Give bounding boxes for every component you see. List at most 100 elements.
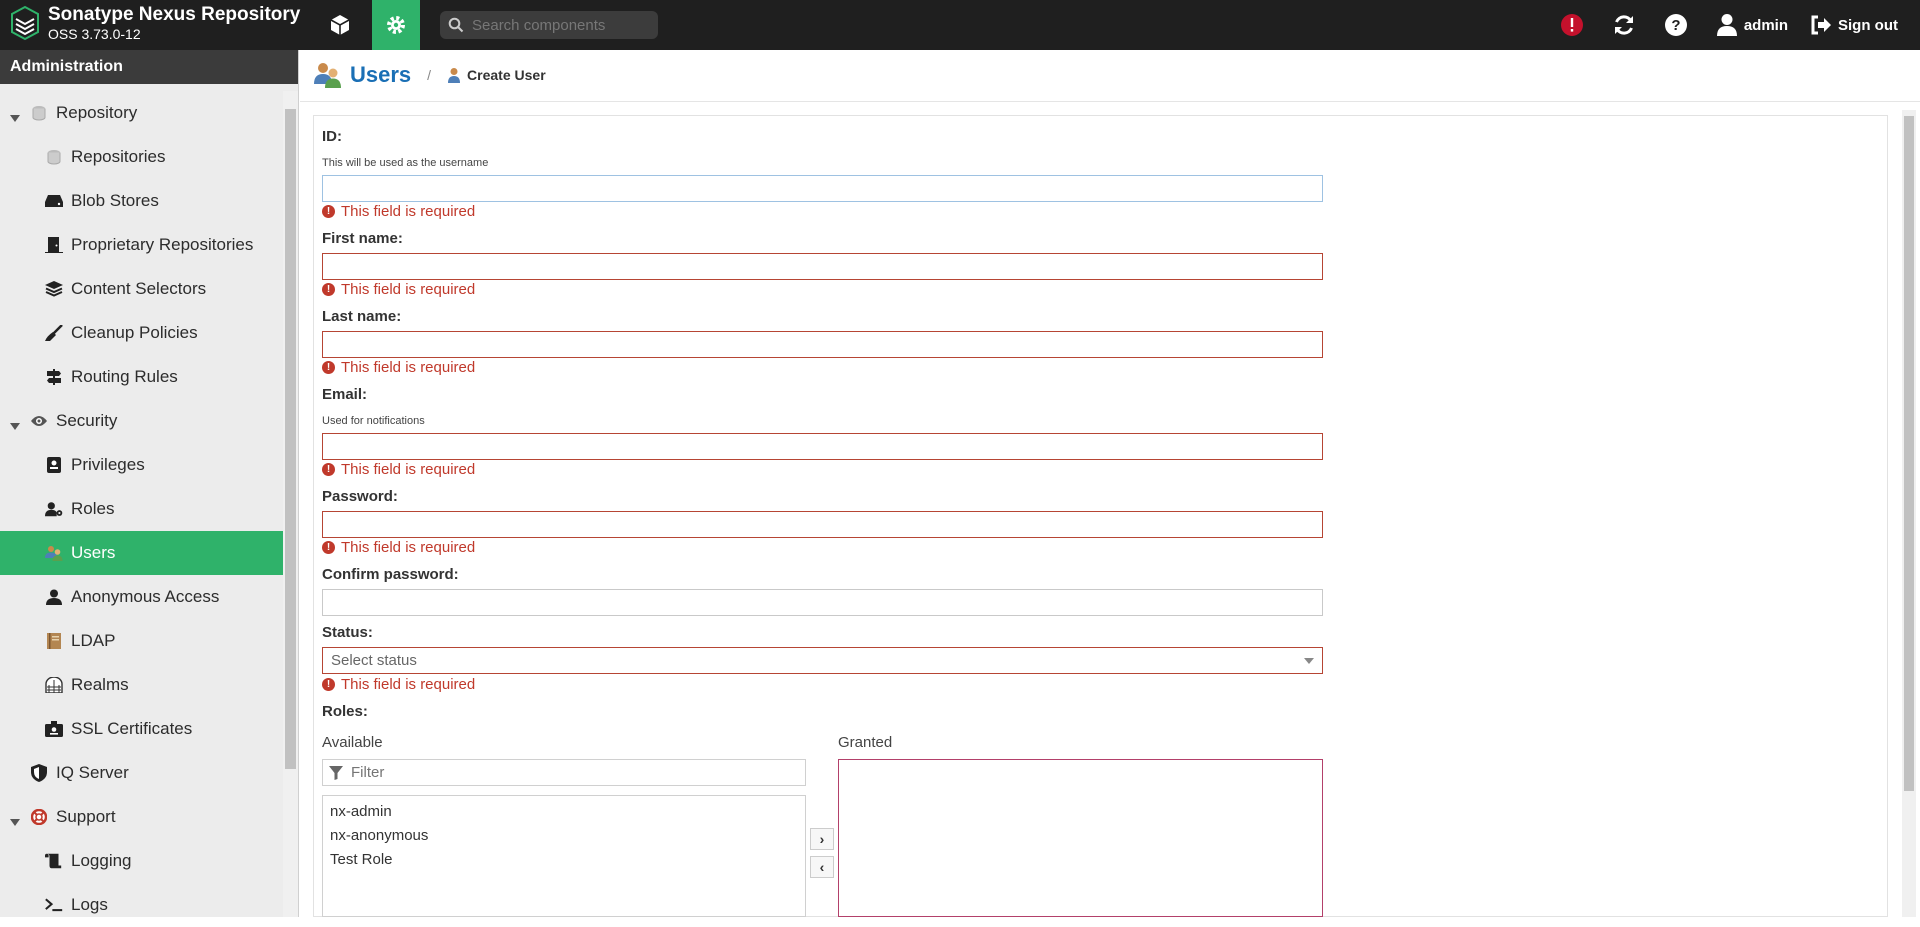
last-name-error: ! This field is required — [322, 359, 475, 376]
sidebar-item-repository[interactable]: Repository — [0, 91, 283, 135]
confirm-password-field[interactable] — [323, 590, 1322, 615]
expand-triangle-icon[interactable] — [10, 416, 20, 430]
main-scrollbar[interactable] — [1902, 110, 1916, 917]
sidebar-item-anonymous-access[interactable]: Anonymous Access — [0, 575, 283, 619]
granted-roles-list[interactable] — [838, 759, 1323, 917]
sidebar-item-label: Cleanup Policies — [71, 323, 198, 342]
sign-out-button[interactable]: Sign out — [1810, 14, 1898, 36]
sidebar-item-label: IQ Server — [56, 763, 129, 782]
book-icon — [45, 632, 63, 650]
sidebar-item-label: Security — [56, 411, 118, 430]
sidebar-item-label: Users — [71, 543, 116, 562]
sidebar: Administration Repository Repositories Blo… — [0, 50, 299, 917]
available-role-option[interactable]: Test Role — [323, 848, 805, 872]
sidebar-item-label: Blob Stores — [71, 191, 159, 210]
door-icon — [45, 236, 63, 254]
error-icon: ! — [322, 205, 335, 218]
sidebar-item-realms[interactable]: Realms — [0, 663, 283, 707]
available-role-option[interactable]: nx-admin — [323, 800, 805, 824]
first-name-error: ! This field is required — [322, 281, 475, 298]
available-role-option[interactable]: nx-anonymous — [323, 824, 805, 848]
available-roles-label: Available — [322, 734, 383, 751]
status-select[interactable]: Select status — [322, 647, 1323, 674]
status-error: ! This field is required — [322, 676, 475, 693]
roles-filter[interactable] — [322, 759, 806, 786]
first-name-field[interactable] — [323, 254, 1322, 279]
expand-triangle-icon[interactable] — [10, 812, 20, 826]
sidebar-item-logging[interactable]: Logging — [0, 839, 283, 883]
error-icon: ! — [322, 283, 335, 296]
id-field[interactable] — [323, 176, 1322, 201]
administration-button[interactable] — [372, 0, 420, 50]
filter-icon — [329, 765, 343, 780]
breadcrumb-separator: / — [427, 67, 432, 83]
certificate-icon — [45, 720, 63, 738]
expand-triangle-icon[interactable] — [10, 108, 20, 122]
sidebar-item-logs[interactable]: Logs — [0, 883, 283, 927]
confirm-password-field-wrapper — [322, 589, 1323, 616]
status-placeholder: Select status — [331, 652, 417, 669]
search-box[interactable] — [440, 11, 658, 39]
user-icon — [1716, 14, 1737, 36]
last-name-field[interactable] — [323, 332, 1322, 357]
sidebar-item-security[interactable]: Security — [0, 399, 283, 443]
sidebar-heading: Administration — [0, 50, 298, 84]
sidebar-item-privileges[interactable]: Privileges — [0, 443, 283, 487]
available-roles-list[interactable]: nx-admin nx-anonymous Test Role — [322, 795, 806, 917]
password-error-text: This field is required — [341, 539, 476, 556]
remove-role-button[interactable]: ‹ — [810, 856, 834, 878]
email-field[interactable] — [323, 434, 1322, 459]
sidebar-item-repositories[interactable]: Repositories — [0, 135, 283, 179]
email-field-wrapper — [322, 433, 1323, 460]
cube-icon — [330, 15, 350, 35]
sidebar-item-cleanup-policies[interactable]: Cleanup Policies — [0, 311, 283, 355]
sidebar-item-label: SSL Certificates — [71, 719, 193, 738]
sidebar-item-routing-rules[interactable]: Routing Rules — [0, 355, 283, 399]
sidebar-item-support[interactable]: Support — [0, 795, 283, 839]
users-icon — [314, 63, 341, 88]
search-input[interactable] — [470, 15, 650, 35]
user-icon — [45, 588, 63, 606]
app-name: Sonatype Nexus Repository — [48, 4, 301, 25]
help-button[interactable]: ? — [1664, 13, 1694, 37]
sidebar-item-label: Routing Rules — [71, 367, 178, 386]
chevron-right-icon: › — [819, 831, 825, 847]
user-cog-icon — [45, 500, 63, 518]
sidebar-item-label: Realms — [71, 675, 129, 694]
sidebar-scrollbar[interactable] — [283, 91, 298, 917]
sidebar-item-blob-stores[interactable]: Blob Stores — [0, 179, 283, 223]
user-menu[interactable]: admin — [1716, 13, 1788, 37]
last-name-field-wrapper — [322, 331, 1323, 358]
sidebar-item-proprietary-repositories[interactable]: Proprietary Repositories — [0, 223, 283, 267]
add-role-button[interactable]: › — [810, 828, 834, 850]
system-alert-button[interactable] — [1560, 13, 1590, 37]
password-error: ! This field is required — [322, 539, 475, 556]
sidebar-item-content-selectors[interactable]: Content Selectors — [0, 267, 283, 311]
gear-icon — [387, 16, 405, 34]
chevron-down-icon — [1304, 657, 1314, 664]
brand[interactable]: Sonatype Nexus Repository OSS 3.73.0-12 — [10, 4, 300, 42]
app-version: OSS 3.73.0-12 — [48, 26, 141, 42]
sidebar-item-label: Anonymous Access — [71, 587, 220, 606]
sidebar-item-label: Repositories — [71, 147, 166, 166]
error-icon: ! — [322, 678, 335, 691]
refresh-button[interactable] — [1612, 13, 1642, 37]
roles-filter-input[interactable] — [349, 763, 779, 782]
sidebar-item-iq-server[interactable]: IQ Server — [0, 751, 283, 795]
sidebar-item-users[interactable]: Users — [0, 531, 283, 575]
sidebar-item-label: Roles — [71, 499, 115, 518]
sidebar-item-ldap[interactable]: LDAP — [0, 619, 283, 663]
sidebar-menu: Repository Repositories Blob Stores Proprie… — [0, 91, 283, 927]
browse-button[interactable] — [316, 0, 364, 50]
signpost-icon — [45, 368, 63, 386]
password-field[interactable] — [323, 512, 1322, 537]
email-hint: Used for notifications — [322, 415, 425, 427]
sidebar-item-roles[interactable]: Roles — [0, 487, 283, 531]
id-error: ! This field is required — [322, 203, 475, 220]
sidebar-item-label: Privileges — [71, 455, 145, 474]
sidebar-item-ssl-certificates[interactable]: SSL Certificates — [0, 707, 283, 751]
main-scroll-thumb[interactable] — [1904, 116, 1914, 791]
breadcrumb-users-link[interactable]: Users — [350, 62, 411, 88]
sidebar-scroll-thumb[interactable] — [285, 109, 296, 769]
realms-icon — [45, 676, 63, 694]
